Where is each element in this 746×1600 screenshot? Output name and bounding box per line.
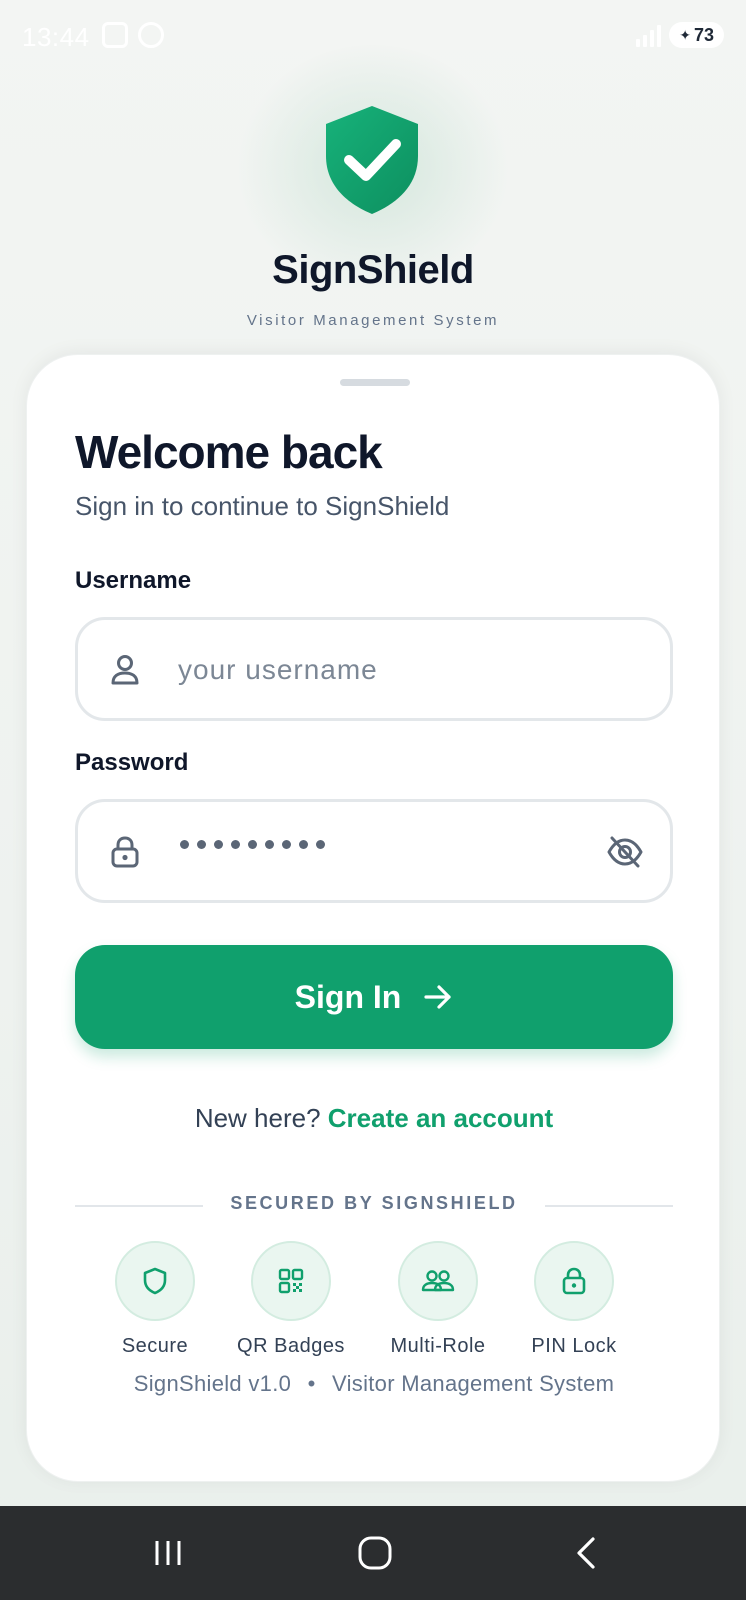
back-button[interactable] [556,1530,616,1576]
password-field[interactable] [75,799,673,903]
recents-icon [155,1541,181,1565]
password-input[interactable] [180,840,325,849]
feature-qr-badges: QR Badges [211,1241,371,1358]
status-time: 13:44 [22,22,90,52]
back-icon [577,1537,595,1569]
lock-icon [562,1267,586,1295]
qr-code-icon [278,1268,304,1294]
screenshot-icon [102,22,128,48]
feature-multi-role-badge [398,1241,478,1321]
shield-check-logo-icon [326,106,418,214]
recents-button[interactable] [138,1530,198,1576]
feature-label: QR Badges [237,1335,345,1357]
home-icon [358,1536,392,1570]
status-notification-icons [102,22,164,48]
sign-in-button[interactable]: Sign In [75,945,673,1049]
users-icon [421,1270,455,1292]
status-right: ✦ 73 [636,22,724,48]
system-nav-bar [0,1506,746,1600]
sign-in-label: Sign In [294,978,402,1015]
feature-list: Secure QR Badges Multi-Role PIN Lock [27,1241,721,1371]
arrow-right-icon [424,985,451,1009]
sheet-grabber[interactable] [340,379,410,386]
app-title: SignShield [272,248,474,292]
user-icon [111,655,139,685]
username-field[interactable] [75,617,673,721]
feature-pin-lock-badge [534,1241,614,1321]
eye-off-icon[interactable] [606,834,644,870]
signup-row: New here? Create an account [27,1103,721,1134]
battery-saver-icon: ✦ [679,26,691,43]
signal-icon [636,23,662,47]
username-input[interactable] [178,642,578,698]
app-subtitle: Visitor Management System [246,312,500,329]
welcome-subtitle: Sign in to continue to SignShield [75,491,450,521]
divider-right [545,1205,673,1207]
footer-version: SignShield v1.0 [133,1371,292,1396]
login-card: Welcome back Sign in to continue to Sign… [26,354,720,1482]
secured-by-heading: SECURED BY SIGNSHIELD [230,1193,518,1213]
whatsapp-icon [138,22,164,48]
home-button[interactable] [345,1530,405,1576]
password-label: Password [75,749,189,776]
shield-icon [143,1267,167,1295]
feature-qr-badge [251,1241,331,1321]
welcome-title: Welcome back [75,426,383,478]
feature-label: PIN Lock [531,1335,617,1357]
feature-pin-lock: PIN Lock [494,1241,654,1358]
username-label: Username [75,567,192,594]
footer-system: Visitor Management System [332,1371,615,1396]
lock-icon [111,836,139,868]
battery-indicator: ✦ 73 [669,22,724,48]
footer-separator: • [307,1371,316,1396]
signup-prompt: New here? [194,1103,321,1133]
battery-level: 73 [693,24,714,45]
feature-secure-badge [115,1241,195,1321]
create-account-link[interactable]: Create an account [328,1103,553,1133]
footer-version-line: SignShield v1.0 • Visitor Management Sys… [27,1371,721,1397]
